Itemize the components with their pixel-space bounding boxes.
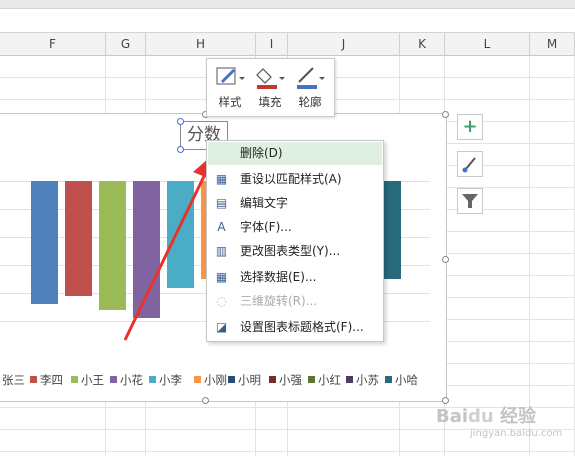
column-header-g[interactable]: G [106, 33, 146, 55]
chart-handle-corner-tr[interactable] [442, 111, 449, 118]
legend-swatch [346, 376, 353, 383]
chart-style-icon [216, 67, 245, 85]
filter-icon [462, 194, 478, 208]
column-header-m[interactable]: M [530, 33, 575, 55]
plus-icon: + [462, 116, 478, 137]
context-menu-item-8[interactable]: ◪ 设置图表标题格式(F)... [208, 316, 382, 339]
fill-label: 填充 [258, 95, 282, 109]
watermark-logo: Baidu 经验 [436, 406, 537, 427]
column-header-h[interactable]: H [146, 33, 256, 55]
legend-label: 小李 [159, 373, 182, 387]
select-data-icon: ▦ [215, 270, 228, 284]
reset-icon: ▦ [215, 172, 228, 186]
context-menu-item-3[interactable]: ▤ 编辑文字 [208, 192, 382, 215]
legend-swatch [194, 376, 201, 383]
context-menu-label: 选择数据(E)... [240, 270, 317, 284]
legend-swatch [228, 376, 235, 383]
context-menu-label: 字体(F)... [240, 220, 292, 234]
format-title-icon: ◪ [215, 320, 228, 334]
chart-bar-1[interactable] [31, 181, 58, 304]
3d-rotate-icon: ◌ [216, 294, 227, 308]
chart-handle-right[interactable] [442, 256, 449, 263]
brush-icon [462, 157, 476, 173]
outline-label: 轮廓 [298, 95, 322, 109]
watermark-url: jingyan.baidu.com [470, 428, 563, 439]
legend-swatch [110, 376, 117, 383]
column-header-row: FGHIJKLM [0, 33, 575, 56]
legend-label: 小明 [238, 373, 261, 387]
legend-swatch [385, 376, 392, 383]
column-header-i[interactable]: I [256, 33, 288, 55]
style-label: 样式 [218, 95, 242, 109]
context-menu-item-6[interactable]: ▦ 选择数据(E)... [208, 266, 382, 289]
legend-label: 小强 [279, 373, 302, 387]
arrow-shaft [123, 169, 209, 341]
legend-label: 小王 [81, 373, 104, 387]
title-handle-tl[interactable] [177, 118, 184, 125]
chart-bar-11[interactable] [384, 181, 401, 279]
chart-handle-bottom[interactable] [202, 397, 209, 404]
chart-elements-button[interactable]: + [457, 114, 483, 140]
chart-bar-2[interactable] [65, 181, 92, 296]
context-menu-label: 更改图表类型(Y)... [240, 244, 341, 258]
context-menu-item-7: ◌ 三维旋转(R)... [208, 290, 382, 313]
paint-bucket-icon [256, 68, 285, 89]
context-menu-item-1[interactable]: 删除(D) [208, 142, 382, 165]
grid-hline [0, 451, 575, 452]
context-menu-label: 删除(D) [240, 146, 283, 160]
legend-label: 张三 [2, 373, 25, 387]
pen-outline-icon [297, 67, 325, 89]
context-menu-label: 三维旋转(R)... [240, 294, 318, 308]
legend-swatch [269, 376, 276, 383]
chart-type-icon: ▥ [215, 244, 228, 258]
fill-button[interactable]: 填充 [251, 63, 289, 113]
legend-swatch [149, 376, 156, 383]
column-header-k[interactable]: K [400, 33, 445, 55]
column-header-f[interactable]: F [0, 33, 106, 55]
context-menu-label: 编辑文字 [240, 196, 289, 210]
legend-swatch [308, 376, 315, 383]
legend-label: 小刚 [204, 373, 227, 387]
legend-label: 小苏 [356, 373, 379, 387]
legend-label: 小花 [120, 373, 143, 387]
context-menu-item-4[interactable]: A 字体(F)... [208, 216, 382, 239]
context-menu-item-2[interactable]: ▦ 重设以匹配样式(A) [208, 168, 382, 191]
ribbon-edge [0, 0, 575, 9]
legend-label: 小红 [318, 373, 341, 387]
column-header-l[interactable]: L [445, 33, 530, 55]
edit-text-icon: ▤ [215, 196, 228, 210]
style-button[interactable]: 样式 [211, 63, 249, 113]
legend-label: 李四 [40, 373, 63, 387]
formula-bar[interactable] [0, 9, 575, 33]
column-header-j[interactable]: J [288, 33, 400, 55]
font-icon: A [217, 220, 226, 234]
chart-filters-button[interactable] [457, 188, 483, 214]
context-menu-label: 重设以匹配样式(A) [240, 172, 342, 186]
outline-button[interactable]: 轮廓 [291, 63, 329, 113]
chart-styles-button[interactable] [457, 151, 483, 177]
context-menu: 删除(D) ▦ 重设以匹配样式(A) ▤ 编辑文字 A 字体(F)... ▥ 更改图表类型(Y)… [206, 140, 384, 342]
context-menu-label: 设置图表标题格式(F)... [240, 320, 364, 334]
context-menu-item-5[interactable]: ▥ 更改图表类型(Y)... [208, 240, 382, 263]
legend-label: 小哈 [395, 373, 418, 387]
grid-vline [529, 56, 530, 456]
format-mini-toolbar: 样式 填充 轮廓 [206, 58, 335, 117]
legend-swatch [71, 376, 78, 383]
legend-swatch [30, 376, 37, 383]
